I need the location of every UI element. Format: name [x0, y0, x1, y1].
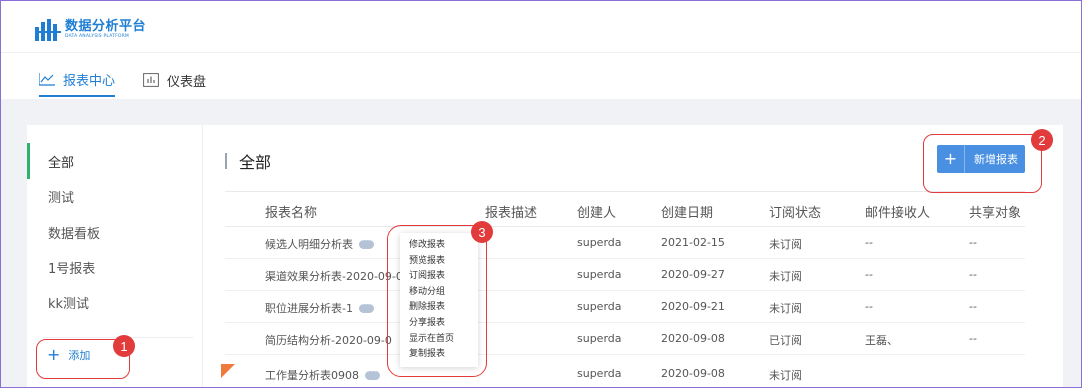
share-target: --: [969, 236, 977, 249]
create-date: 2020-09-08: [661, 332, 725, 345]
tab-label: 报表中心: [63, 73, 116, 89]
share-target: --: [969, 300, 977, 313]
create-date: 2020-09-21: [661, 300, 725, 313]
report-name[interactable]: 简历结构分析-2020-09-0: [265, 334, 392, 347]
sidebar-item-label: 测试: [48, 190, 75, 206]
column-header: 订阅状态: [769, 206, 822, 221]
email-recipient: 王磊、: [865, 334, 898, 347]
title-accent-bar: [225, 153, 227, 169]
creator: superda: [577, 268, 622, 281]
sidebar-item-label: 1号报表: [48, 261, 96, 277]
email-recipient: --: [865, 300, 873, 313]
report-name[interactable]: 渠道效果分析表-2020-09-0: [265, 270, 403, 283]
sidebar-item-all[interactable]: 全部: [27, 143, 203, 179]
column-header: 创建人: [577, 206, 617, 221]
column-header: 创建日期: [661, 206, 714, 221]
annotation-badge-2: 2: [1031, 129, 1053, 151]
logo-grid-icon: [35, 19, 61, 41]
logo-title: 数据分析平台: [65, 19, 147, 34]
annotation-badge-3: 3: [471, 221, 493, 243]
subscribe-status: 未订阅: [769, 270, 802, 283]
line-chart-icon: [39, 73, 55, 86]
table-row[interactable]: 职位进展分析表-1 superda 2020-09-21 未订阅 -- --: [225, 291, 1025, 323]
app-window: 数据分析平台 DATA ANALYSIS PLATFORM 报表中心 仪表盘 全…: [0, 0, 1082, 388]
sidebar-item-label: 全部: [48, 155, 75, 171]
more-icon[interactable]: [358, 300, 374, 313]
report-name[interactable]: 工作量分析表0908: [265, 369, 359, 382]
share-target: --: [969, 268, 977, 281]
table-row[interactable]: 候选人明细分析表 superda 2021-02-15 未订阅 -- --: [225, 227, 1025, 259]
tab-dashboard[interactable]: 仪表盘: [143, 63, 206, 97]
annotation-ring-3: [387, 225, 487, 377]
sidebar-item-kk-test[interactable]: kk测试: [27, 284, 203, 320]
creator: superda: [577, 367, 622, 380]
sidebar-item-test[interactable]: 测试: [27, 178, 203, 214]
column-header: 邮件接收人: [865, 206, 931, 221]
table-row[interactable]: 渠道效果分析表-2020-09-0 superda 2020-09-27 未订阅…: [225, 259, 1025, 291]
creator: superda: [577, 236, 622, 249]
creator: superda: [577, 332, 622, 345]
table-row[interactable]: 简历结构分析-2020-09-0 superda 2020-09-08 已订阅 …: [225, 323, 1025, 355]
report-name[interactable]: 职位进展分析表-1: [265, 302, 353, 315]
top-header: 数据分析平台 DATA ANALYSIS PLATFORM: [1, 1, 1081, 53]
page-title: 全部: [225, 149, 271, 173]
app-logo[interactable]: 数据分析平台 DATA ANALYSIS PLATFORM: [35, 19, 146, 41]
subscribe-status: 未订阅: [769, 238, 802, 251]
share-target: --: [969, 332, 977, 345]
subscribe-status: 已订阅: [769, 334, 802, 347]
create-date: 2020-09-08: [661, 367, 725, 380]
logo-subtitle: DATA ANALYSIS PLATFORM: [65, 34, 130, 39]
sidebar-item-data-board[interactable]: 数据看板: [27, 214, 203, 250]
email-recipient: --: [865, 236, 873, 249]
email-recipient: --: [865, 268, 873, 281]
sidebar-item-label: 数据看板: [48, 226, 101, 242]
create-date: 2021-02-15: [661, 236, 725, 249]
tab-report-center[interactable]: 报表中心: [39, 63, 116, 97]
table-row[interactable]: 工作量分析表0908 superda 2020-09-08 未订阅: [225, 357, 1025, 387]
tab-label: 仪表盘: [167, 74, 207, 90]
annotation-badge-1: 1: [113, 335, 135, 357]
column-header: 报表描述: [485, 206, 538, 221]
sidebar-item-report-1[interactable]: 1号报表: [27, 249, 203, 285]
creator: superda: [577, 300, 622, 313]
annotation-ring-2: [923, 134, 1042, 193]
report-name[interactable]: 候选人明细分析表: [265, 238, 353, 251]
sidebar-item-label: kk测试: [48, 296, 90, 312]
create-date: 2020-09-27: [661, 268, 725, 281]
column-header: 共享对象: [969, 206, 1022, 221]
subscribe-status: 未订阅: [769, 302, 802, 315]
main-tabs: 报表中心 仪表盘: [1, 53, 1081, 99]
column-header: 报表名称: [265, 206, 318, 221]
table-header: 报表名称 报表描述 创建人 创建日期 订阅状态 邮件接收人 共享对象: [225, 191, 1025, 227]
subscribe-status: 未订阅: [769, 369, 802, 382]
more-icon[interactable]: [365, 367, 380, 380]
page-title-text: 全部: [239, 153, 272, 172]
bar-chart-icon: [143, 73, 159, 87]
more-icon[interactable]: [359, 236, 374, 249]
